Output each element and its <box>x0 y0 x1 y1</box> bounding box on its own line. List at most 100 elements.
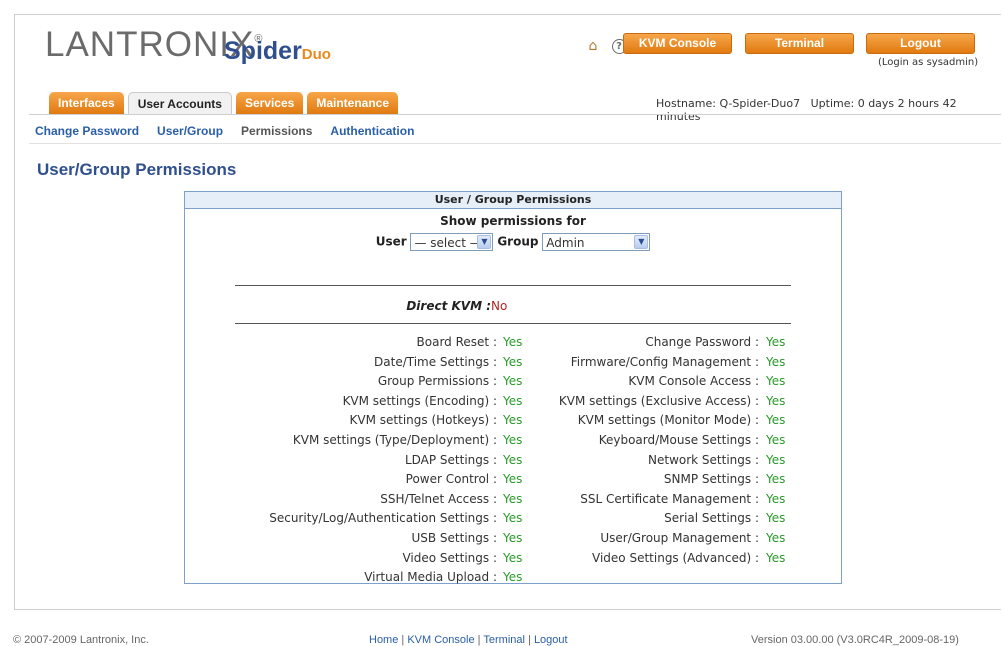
permission-label: KVM settings (Type/Deployment) : <box>292 433 497 447</box>
footer-home-link[interactable]: Home <box>369 634 398 646</box>
footer-terminal-link[interactable]: Terminal <box>483 634 525 646</box>
permission-value: Yes <box>503 452 523 467</box>
permission-label: Virtual Media Upload : <box>364 570 497 585</box>
direct-kvm-label: Direct KVM : <box>406 299 491 313</box>
user-select[interactable]: — select — ▼ <box>410 233 494 251</box>
footer-separator: | <box>477 634 481 646</box>
subnav-authentication[interactable]: Authentication <box>330 124 414 138</box>
permission-value: Yes <box>503 335 523 349</box>
permission-label: KVM settings (Exclusive Access) : <box>558 393 759 408</box>
permission-value: Yes <box>503 570 523 585</box>
logout-button[interactable]: Logout <box>866 33 975 54</box>
login-as-text: (Login as sysadmin) <box>878 57 979 68</box>
divider-top <box>235 285 791 286</box>
group-select-value: Admin <box>546 236 585 250</box>
subnav-change-password[interactable]: Change Password <box>35 124 139 138</box>
permission-label: KVM settings (Hotkeys) : <box>349 413 497 428</box>
group-label: Group <box>497 234 539 249</box>
permission-row: Group Permissions : Yes KVM Console Access… <box>185 374 841 394</box>
terminal-button[interactable]: Terminal <box>745 33 854 54</box>
permission-row: Video Settings : Yes Video Settings (Advan… <box>185 551 841 571</box>
permission-row: Power Control : Yes SNMP Settings : Yes <box>185 472 841 492</box>
permission-value: Yes <box>503 374 523 389</box>
permissions-panel: User / Group Permissions Show permission… <box>184 191 842 584</box>
permission-row: Virtual Media Upload : Yes <box>185 570 841 590</box>
tab-maintenance[interactable]: Maintenance <box>307 92 399 114</box>
permission-label: USB Settings : <box>411 531 497 545</box>
permission-value: Yes <box>766 335 786 349</box>
permission-row: KVM settings (Type/Deployment) : Yes Keybo… <box>185 433 841 453</box>
permission-row: Date/Time Settings : Yes Firmware/Config M… <box>185 355 841 375</box>
permission-value: Yes <box>766 413 786 428</box>
permission-label: Group Permissions : <box>377 374 497 389</box>
tab-divider <box>29 114 1001 115</box>
permission-row: KVM settings (Encoding) : Yes KVM settings… <box>185 394 841 414</box>
permission-row: LDAP Settings : Yes Network Settings : Yes <box>185 453 841 473</box>
user-label: User <box>375 234 407 249</box>
permission-value: Yes <box>766 550 786 565</box>
chevron-down-icon: ▼ <box>634 235 649 249</box>
footer-logout-link[interactable]: Logout <box>534 634 568 646</box>
tab-user-accounts[interactable]: User Accounts <box>127 92 232 115</box>
footer-version: Version 03.00.00 (V3.0RC4R_2009-08-19) <box>751 634 959 646</box>
permission-label: Board Reset : <box>416 335 497 349</box>
chevron-down-icon: ▼ <box>477 235 492 249</box>
permission-value: Yes <box>766 374 786 389</box>
permission-label: Video Settings (Advanced) : <box>592 550 759 565</box>
permission-value: Yes <box>766 354 786 369</box>
home-icon[interactable]: ⌂ <box>585 38 601 54</box>
permission-value: Yes <box>503 433 523 447</box>
subnav-permissions[interactable]: Permissions <box>241 124 312 138</box>
duo-logo-text: Duo <box>301 46 331 63</box>
page-frame: LANTRONIX® SpiderDuo ⌂ ? KVM Console Ter… <box>13 14 1001 646</box>
subnav-user-group[interactable]: User/Group <box>157 124 223 138</box>
permission-value: Yes <box>766 531 786 545</box>
permission-value: Yes <box>766 433 786 447</box>
permission-value: Yes <box>503 550 523 565</box>
permission-label: Change Password : <box>645 335 759 349</box>
subnav: Change Password User/Group Permissions A… <box>35 124 414 138</box>
permission-value: Yes <box>766 452 786 467</box>
permission-label: Video Settings : <box>402 550 497 565</box>
header-icons: ⌂ ? <box>585 38 627 54</box>
divider-bottom <box>235 323 791 324</box>
footer-kvm-console-link[interactable]: KVM Console <box>407 634 474 646</box>
panel-title: User / Group Permissions <box>185 192 841 209</box>
permission-value: Yes <box>503 393 523 408</box>
permission-value: Yes <box>766 472 786 487</box>
user-select-value: — select — <box>414 236 482 250</box>
permission-value: Yes <box>503 413 523 428</box>
permission-label: Serial Settings : <box>664 511 759 526</box>
permission-label: Security/Log/Authentication Settings : <box>269 511 497 526</box>
permission-label: SSL Certificate Management : <box>580 491 759 506</box>
permission-value: Yes <box>503 354 523 369</box>
permission-label: Keyboard/Mouse Settings : <box>598 433 759 447</box>
footer-separator: | <box>401 634 405 646</box>
direct-kvm-value: No <box>491 299 508 313</box>
permission-value: Yes <box>503 531 523 545</box>
host-uptime-line: Hostname: Q-Spider-Duo7 Uptime: 0 days 2… <box>656 97 1001 123</box>
permission-label: Firmware/Config Management : <box>570 354 759 369</box>
spider-duo-logo: SpiderDuo <box>224 37 331 66</box>
permission-label: KVM settings (Encoding) : <box>342 393 497 408</box>
permission-label: Date/Time Settings : <box>374 354 497 369</box>
permission-row: KVM settings (Hotkeys) : Yes KVM settings … <box>185 413 841 433</box>
permission-value: Yes <box>766 393 786 408</box>
selector-row: User — select — ▼ Group Admin ▼ <box>185 233 841 251</box>
subnav-divider <box>29 143 1001 144</box>
permission-value: Yes <box>503 491 523 506</box>
tab-services[interactable]: Services <box>235 92 304 114</box>
permission-label: LDAP Settings : <box>404 452 497 467</box>
permission-label: KVM settings (Monitor Mode) : <box>577 413 759 428</box>
permission-row: USB Settings : Yes User/Group Management :… <box>185 531 841 551</box>
main-tabs: Interfaces User Accounts Services Mainte… <box>49 92 399 115</box>
footer-separator: | <box>528 634 531 646</box>
permission-label: Power Control : <box>405 472 497 487</box>
group-select[interactable]: Admin ▼ <box>542 233 651 251</box>
permission-label: SNMP Settings : <box>663 472 759 487</box>
permission-row: Board Reset : Yes Change Password : Yes <box>185 335 841 355</box>
tab-interfaces[interactable]: Interfaces <box>49 92 124 114</box>
permission-value: Yes <box>766 491 786 506</box>
kvm-console-button[interactable]: KVM Console <box>623 33 732 54</box>
spider-logo-text: Spider <box>224 37 302 65</box>
